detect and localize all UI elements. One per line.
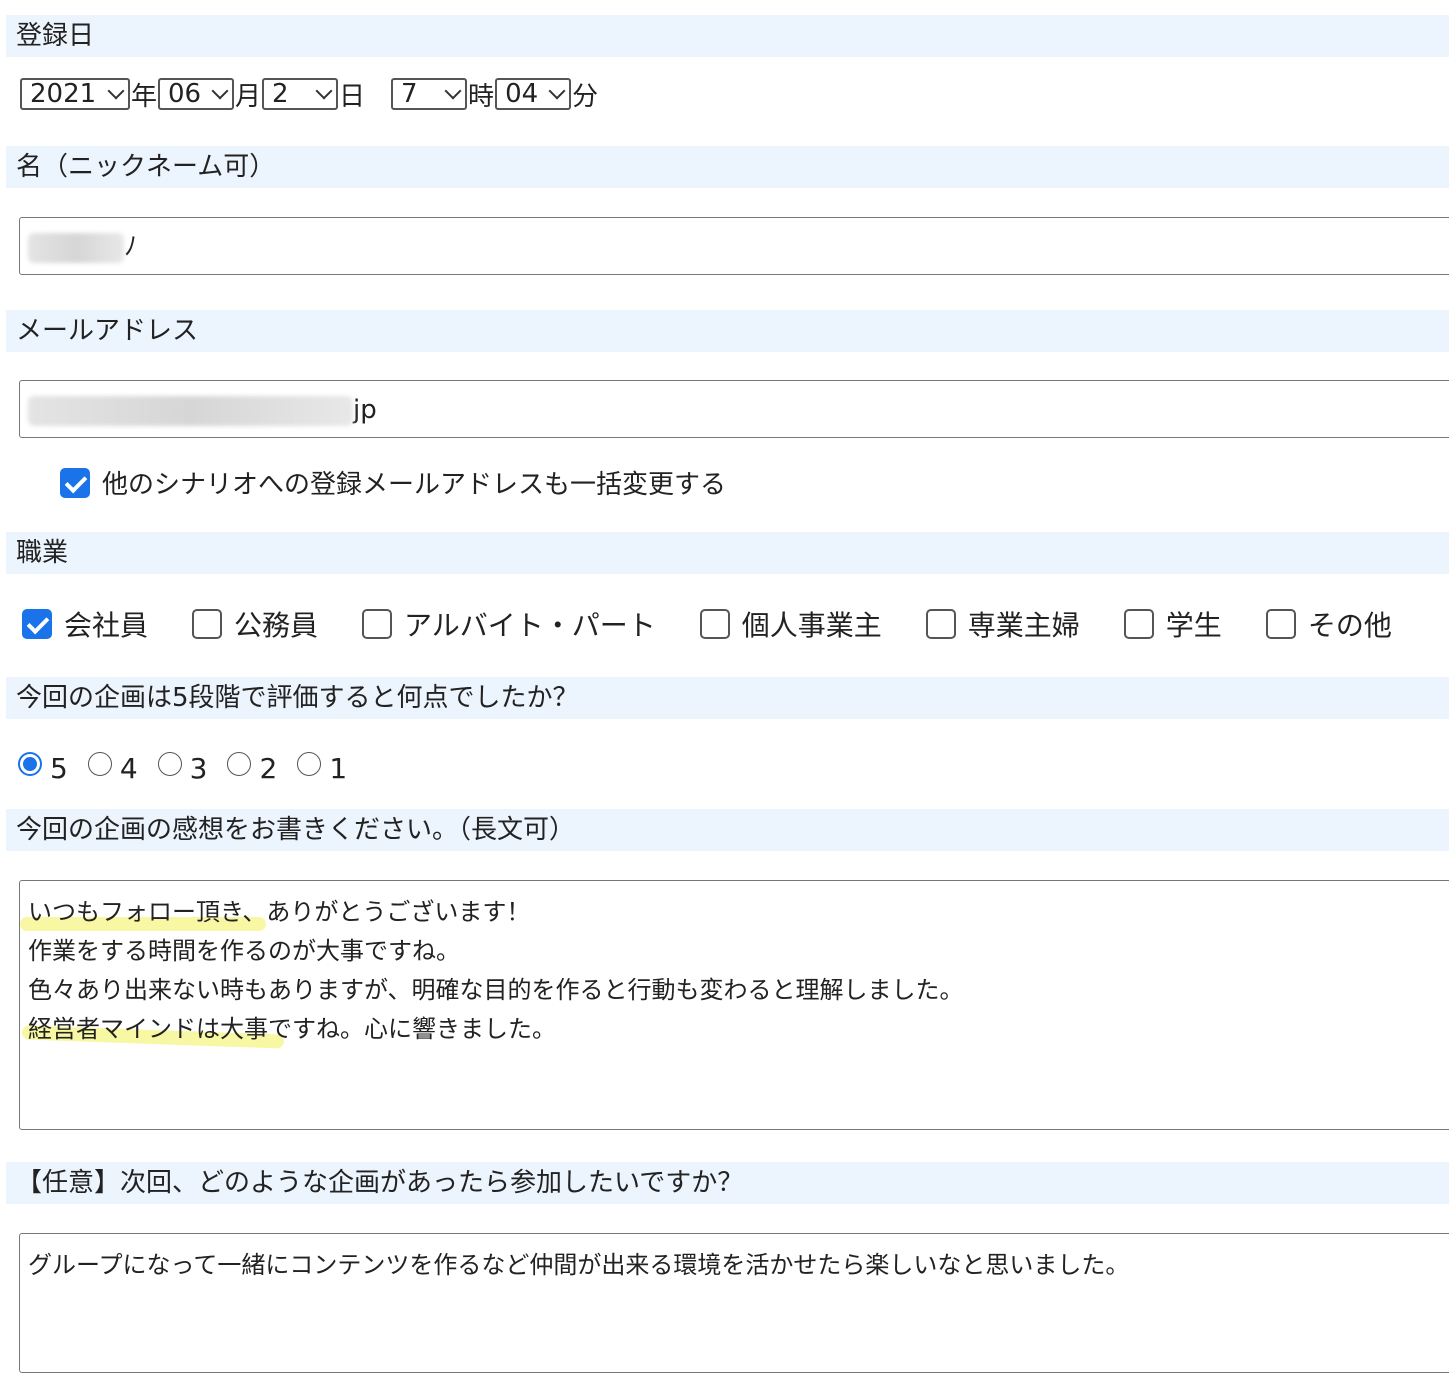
bulk-change-checkbox[interactable] bbox=[60, 467, 90, 498]
month-select[interactable]: 06 bbox=[158, 78, 235, 110]
year-unit: 年 bbox=[131, 81, 158, 112]
bulk-change-label: 他のシナリオへの登録メールアドレスも一括変更する bbox=[102, 470, 727, 500]
rating-option-4[interactable]: 4 bbox=[87, 742, 138, 785]
next-plan-label: 【任意】次回、どのような企画があったら参加したいですか？ bbox=[6, 1162, 1449, 1204]
year-select[interactable]: 2021 bbox=[20, 78, 130, 110]
occupation-options: 会社員 公務員 アルバイト・パート 個人事業主 専業主婦 学生 その他 bbox=[22, 604, 1392, 644]
next-plan-line: グループになって一緒にコンテンツを作るなど仲間が出来る環境を活かせたら楽しいなと… bbox=[28, 1246, 1446, 1285]
year-value: 2021 bbox=[30, 79, 97, 109]
name-value-suffix: ﾉ bbox=[124, 232, 138, 262]
hour-value: 7 bbox=[401, 79, 418, 109]
occupation-option-student[interactable]: 学生 bbox=[1123, 604, 1222, 644]
rating-option-label: 4 bbox=[119, 752, 138, 785]
occupation-option-label: 学生 bbox=[1165, 609, 1222, 642]
rating-radio[interactable] bbox=[297, 751, 322, 776]
impressions-line: 経営者マインドは大事ですね。心に響きました。 bbox=[21, 1010, 1446, 1049]
month-unit: 月 bbox=[235, 81, 262, 112]
day-select[interactable]: 2 bbox=[262, 78, 339, 110]
impressions-line-text: いつもフォロー頂き、ありがとうございます！ bbox=[28, 898, 531, 926]
rating-option-3[interactable]: 3 bbox=[157, 742, 208, 785]
email-input[interactable]: jp bbox=[19, 380, 1449, 438]
rating-option-label: 3 bbox=[189, 752, 208, 785]
occupation-option-part-time[interactable]: アルバイト・パート bbox=[362, 604, 656, 644]
next-plan-line-text: グループになって一緒にコンテンツを作るなど仲間が出来る環境を活かせたら楽しいなと… bbox=[28, 1251, 1130, 1279]
rating-options: 5 4 3 2 1 bbox=[18, 742, 367, 785]
bulk-change-option[interactable]: 他のシナリオへの登録メールアドレスも一括変更する bbox=[60, 464, 726, 501]
minute-unit: 分 bbox=[572, 81, 599, 112]
occupation-option-label: アルバイト・パート bbox=[404, 609, 656, 642]
occupation-label: 職業 bbox=[6, 532, 1449, 574]
occupation-checkbox[interactable] bbox=[192, 609, 223, 639]
redacted-name bbox=[28, 232, 124, 263]
redacted-email bbox=[28, 395, 353, 426]
rating-option-2[interactable]: 2 bbox=[227, 742, 277, 785]
rating-option-label: 5 bbox=[50, 752, 68, 785]
impressions-line-text: 経営者マインドは大事ですね。心に響きました。 bbox=[28, 1015, 556, 1043]
impressions-line-text: 作業をする時間を作るのが大事ですね。 bbox=[28, 937, 460, 965]
occupation-checkbox[interactable] bbox=[1265, 609, 1296, 639]
rating-radio[interactable] bbox=[157, 751, 182, 776]
chevron-down-icon bbox=[548, 82, 566, 100]
rating-option-label: 1 bbox=[329, 752, 348, 785]
email-label: メールアドレス bbox=[6, 310, 1449, 352]
hour-unit: 時 bbox=[468, 81, 495, 112]
occupation-option-label: 専業主婦 bbox=[967, 609, 1080, 642]
occupation-option-label: 会社員 bbox=[64, 609, 149, 642]
occupation-option-other[interactable]: その他 bbox=[1265, 604, 1392, 644]
impressions-label: 今回の企画の感想をお書きください。（長文可） bbox=[6, 809, 1449, 851]
minute-value: 04 bbox=[505, 79, 539, 109]
occupation-checkbox[interactable] bbox=[1123, 609, 1154, 639]
occupation-checkbox[interactable] bbox=[362, 609, 393, 639]
day-unit: 日 bbox=[339, 81, 366, 112]
hour-select[interactable]: 7 bbox=[391, 78, 468, 110]
rating-label: 今回の企画は5段階で評価すると何点でしたか？ bbox=[6, 677, 1449, 719]
name-label: 名（ニックネーム可） bbox=[6, 146, 1449, 188]
name-input[interactable]: ﾉ bbox=[19, 217, 1449, 275]
impressions-line: いつもフォロー頂き、ありがとうございます！ bbox=[20, 893, 1446, 932]
impressions-textarea[interactable]: いつもフォロー頂き、ありがとうございます！ 作業をする時間を作るのが大事ですね。… bbox=[19, 880, 1449, 1130]
email-value-suffix: jp bbox=[353, 395, 377, 425]
impressions-line-text: 色々あり出来ない時もありますが、明確な目的を作ると行動も変わると理解しました。 bbox=[28, 976, 964, 1004]
occupation-option-self-employed[interactable]: 個人事業主 bbox=[699, 604, 882, 644]
impressions-line: 作業をする時間を作るのが大事ですね。 bbox=[28, 932, 1446, 971]
day-value: 2 bbox=[272, 79, 289, 109]
rating-radio[interactable] bbox=[227, 751, 252, 776]
occupation-option-civil-servant[interactable]: 公務員 bbox=[192, 604, 318, 644]
minute-select[interactable]: 04 bbox=[495, 78, 572, 110]
next-plan-textarea[interactable]: グループになって一緒にコンテンツを作るなど仲間が出来る環境を活かせたら楽しいなと… bbox=[19, 1233, 1449, 1373]
occupation-checkbox[interactable] bbox=[22, 609, 52, 639]
month-value: 06 bbox=[168, 79, 202, 109]
registration-date-label: 登録日 bbox=[6, 15, 1449, 57]
rating-radio[interactable] bbox=[87, 751, 112, 776]
rating-option-5[interactable]: 5 bbox=[18, 742, 68, 785]
chevron-down-icon bbox=[315, 82, 333, 100]
occupation-option-label: その他 bbox=[1307, 609, 1392, 642]
occupation-option-homemaker[interactable]: 専業主婦 bbox=[925, 604, 1080, 644]
registration-date-row: 2021 年 06 月 2 日 7 時 04 分 bbox=[20, 74, 599, 114]
occupation-option-label: 個人事業主 bbox=[741, 609, 882, 642]
rating-option-label: 2 bbox=[259, 752, 278, 785]
rating-radio[interactable] bbox=[18, 751, 42, 776]
rating-option-1[interactable]: 1 bbox=[297, 742, 347, 785]
occupation-checkbox[interactable] bbox=[925, 609, 956, 639]
impressions-line: 色々あり出来ない時もありますが、明確な目的を作ると行動も変わると理解しました。 bbox=[28, 971, 1446, 1010]
occupation-checkbox[interactable] bbox=[699, 609, 730, 639]
occupation-option-company-employee[interactable]: 会社員 bbox=[22, 604, 148, 644]
chevron-down-icon bbox=[107, 82, 125, 100]
chevron-down-icon bbox=[211, 82, 229, 100]
occupation-option-label: 公務員 bbox=[234, 609, 319, 642]
chevron-down-icon bbox=[444, 82, 462, 100]
